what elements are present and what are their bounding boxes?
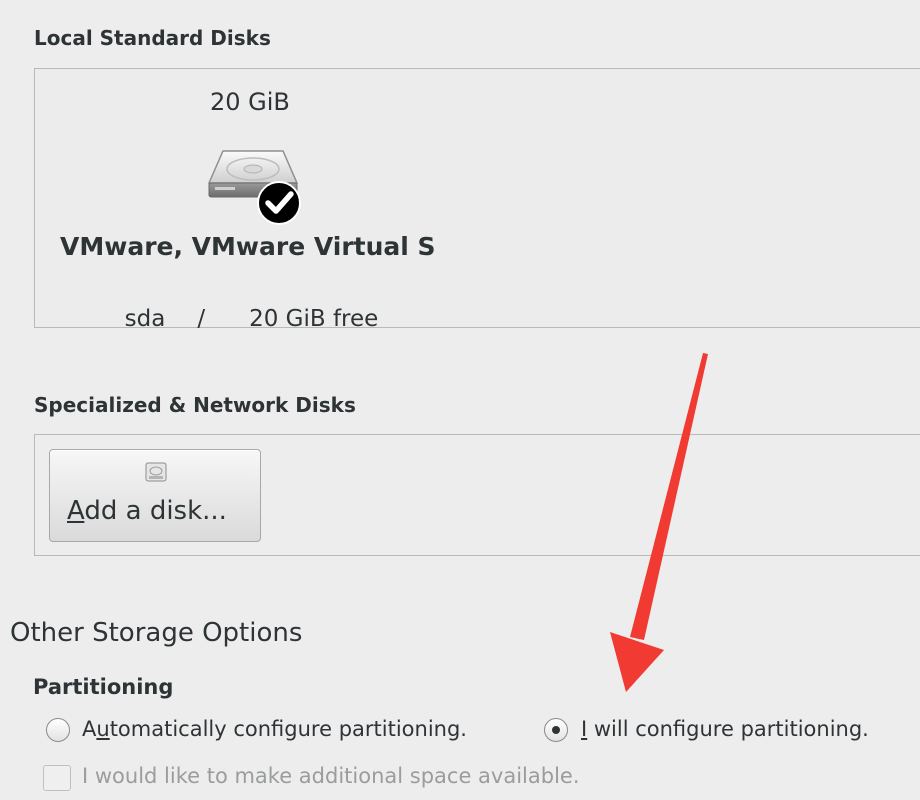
check-badge-icon <box>257 181 301 225</box>
partitioning-label: Partitioning <box>33 675 174 699</box>
add-disk-mnemonic: A <box>67 496 85 526</box>
auto-label-pre: A <box>82 717 97 741</box>
annotation-arrow-icon <box>610 353 708 692</box>
auto-label-post: tomatically configure partitioning. <box>109 717 467 741</box>
disk-name: VMware, VMware Virtual S <box>60 232 436 261</box>
disk-separator: / <box>197 306 206 332</box>
manual-partitioning-radio[interactable] <box>544 718 568 742</box>
other-storage-title: Other Storage Options <box>10 618 303 648</box>
network-disks-label: Specialized & Network Disks <box>34 393 356 417</box>
auto-label-mnemonic: u <box>96 717 110 741</box>
disk-free: 20 GiB free <box>249 306 379 332</box>
disk-size: 20 GiB <box>210 88 290 116</box>
auto-partitioning-radio[interactable] <box>46 718 70 742</box>
local-disks-label: Local Standard Disks <box>34 26 271 50</box>
auto-partitioning-label[interactable]: Automatically configure partitioning. <box>82 717 467 741</box>
add-disk-label: Add a disk... <box>67 496 227 526</box>
add-disk-button[interactable]: Add a disk... <box>49 449 261 542</box>
reclaim-space-checkbox[interactable] <box>43 765 71 791</box>
disk-device: sda <box>124 306 166 332</box>
disk-small-icon <box>145 462 167 482</box>
manual-label-post: will configure partitioning. <box>587 717 869 741</box>
manual-partitioning-label[interactable]: I will configure partitioning. <box>581 717 869 741</box>
add-disk-label-rest: dd a disk... <box>84 496 227 526</box>
disk-info: sda / 20 GiB free <box>110 280 379 332</box>
reclaim-space-label[interactable]: I would like to make additional space av… <box>82 764 580 788</box>
